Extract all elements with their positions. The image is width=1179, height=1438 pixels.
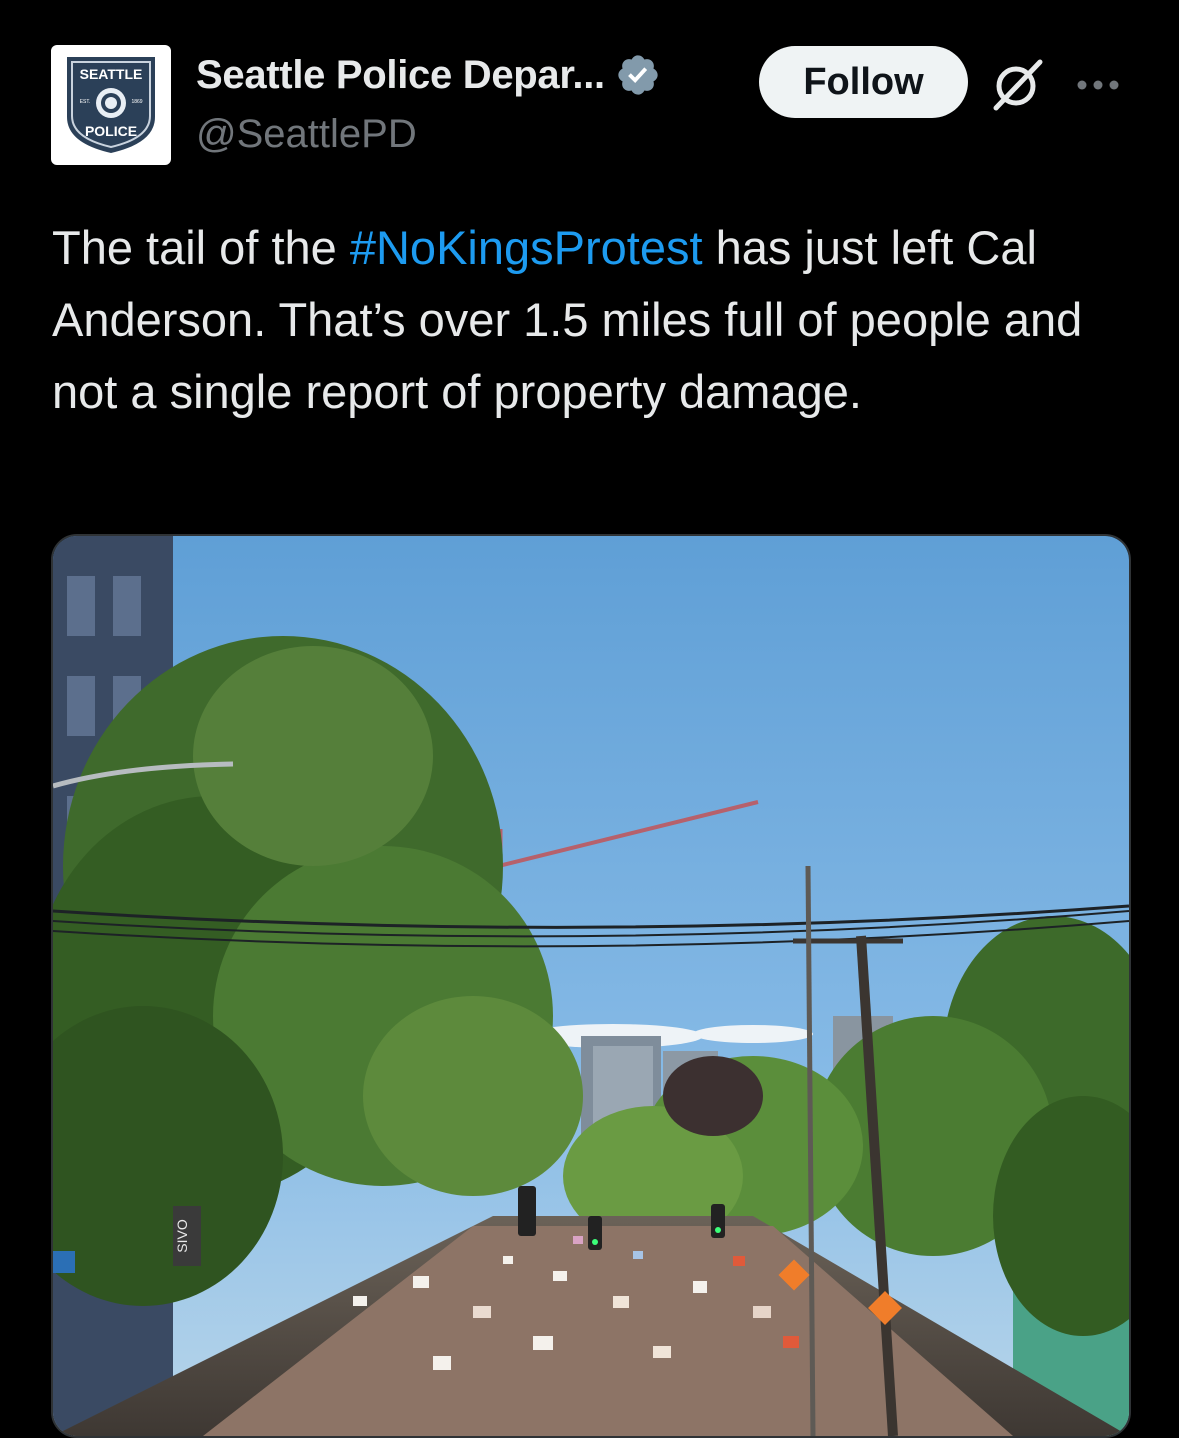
- badge-top-text: SEATTLE: [80, 66, 143, 82]
- author-name-row[interactable]: Seattle Police Depar...: [196, 52, 661, 98]
- badge-est-text: EST.: [80, 99, 91, 105]
- badge-year-text: 1869: [131, 99, 142, 105]
- police-badge-logo: SEATTLE EST. 1869 POLICE: [67, 57, 155, 153]
- author-avatar[interactable]: SEATTLE EST. 1869 POLICE: [51, 45, 171, 165]
- tweet-text-before: The tail of the: [52, 221, 350, 274]
- tweet-photo[interactable]: SIVO: [51, 534, 1131, 1438]
- tweet-text: The tail of the #NoKingsProtest has just…: [52, 212, 1132, 428]
- badge-bottom-text: POLICE: [85, 123, 137, 139]
- author-display-name[interactable]: Seattle Police Depar...: [196, 53, 605, 98]
- hashtag-link[interactable]: #NoKingsProtest: [350, 221, 703, 274]
- verified-badge-icon: [618, 55, 658, 95]
- follow-button[interactable]: Follow: [759, 46, 968, 118]
- author-handle[interactable]: @SeattlePD: [196, 112, 417, 157]
- protest-street-photo: SIVO: [53, 536, 1129, 1436]
- grok-icon[interactable]: [988, 56, 1046, 114]
- more-icon[interactable]: [1072, 60, 1124, 110]
- street-sign-text: SIVO: [174, 1219, 190, 1253]
